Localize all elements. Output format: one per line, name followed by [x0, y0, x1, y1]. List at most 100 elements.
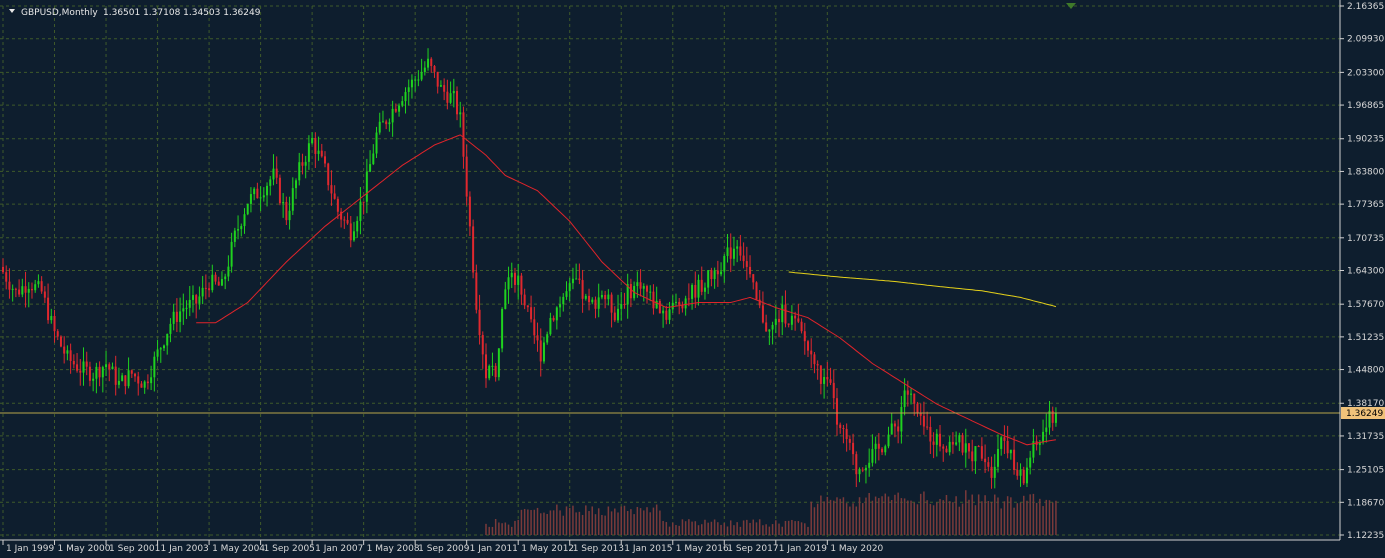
- candle-body: [427, 58, 430, 68]
- candle-body: [452, 91, 455, 94]
- price-tick-label: 1.70735: [1347, 234, 1384, 244]
- candle-body: [697, 279, 700, 298]
- candle-body: [703, 287, 706, 292]
- candle-body: [707, 270, 710, 288]
- candle-body: [1019, 469, 1022, 476]
- candle-body: [214, 274, 217, 282]
- price-tick-label: 1.51235: [1347, 333, 1384, 343]
- candle-body: [607, 294, 610, 300]
- candle-body: [977, 446, 980, 448]
- time-tick-label: 1 May 2004: [212, 544, 265, 554]
- candle-body: [256, 188, 259, 199]
- candle-body: [868, 462, 871, 468]
- candle-body: [858, 469, 861, 475]
- candle-body: [549, 317, 552, 335]
- candle-body: [1025, 467, 1028, 484]
- candle-body: [95, 366, 98, 379]
- candle-body: [163, 345, 165, 349]
- candle-body: [922, 415, 925, 427]
- candle-body: [562, 296, 565, 305]
- candle-body: [478, 309, 481, 336]
- price-tick-label: 1.31735: [1347, 432, 1384, 442]
- candle-body: [146, 381, 149, 384]
- candle-body: [378, 121, 381, 133]
- price-chart[interactable]: 2.16365 2.09930 2.03300 1.96865 1.90235 1.838…: [0, 0, 1385, 558]
- candle-body: [819, 365, 822, 384]
- candle-body: [8, 281, 11, 290]
- candle-body: [262, 195, 265, 198]
- candle-body: [365, 171, 368, 202]
- time-tick-label: 1 May 2000: [58, 544, 111, 554]
- candle-body: [900, 407, 903, 432]
- candle-body: [919, 413, 922, 416]
- candle-body: [639, 282, 642, 289]
- candle-body: [43, 291, 46, 298]
- candle-body: [700, 279, 703, 292]
- candle-body: [111, 366, 114, 370]
- time-tick-label: 1 May 2008: [367, 544, 420, 554]
- candle-body: [285, 201, 288, 221]
- candle-body: [2, 266, 4, 273]
- candle-body: [204, 287, 207, 289]
- candle-body: [513, 272, 516, 285]
- candle-body: [987, 462, 990, 467]
- candle-body: [774, 318, 777, 325]
- candle-body: [610, 294, 613, 313]
- candle-body: [407, 87, 410, 92]
- candle-body: [217, 281, 220, 286]
- candle-body: [649, 291, 652, 293]
- candle-body: [166, 333, 169, 346]
- candle-body: [237, 229, 240, 231]
- time-tick-label: 1 Sep 2017: [727, 544, 778, 554]
- candle-body: [333, 193, 336, 199]
- candle-body: [85, 361, 88, 367]
- candle-body: [523, 294, 526, 306]
- candle-body: [662, 310, 665, 314]
- candle-body: [929, 427, 932, 442]
- candle-body: [691, 284, 694, 299]
- candle-body: [233, 230, 236, 242]
- candle-body: [636, 282, 639, 287]
- candle-body: [288, 210, 291, 221]
- candle-body: [871, 449, 874, 463]
- candle-body: [456, 91, 459, 115]
- candle-body: [720, 271, 723, 275]
- candle-body: [282, 201, 285, 204]
- candle-body: [839, 424, 842, 428]
- candle-body: [913, 393, 916, 404]
- candle-body: [488, 365, 491, 379]
- candle-body: [787, 323, 790, 325]
- candle-body: [259, 197, 262, 199]
- candle-body: [910, 393, 913, 395]
- candle-body: [34, 284, 37, 291]
- candle-body: [414, 79, 417, 81]
- candle-body: [620, 304, 623, 309]
- candle-body: [520, 275, 523, 295]
- candle-body: [117, 380, 120, 385]
- candle-body: [935, 433, 938, 445]
- candle-body: [842, 427, 845, 430]
- candle-body: [807, 341, 809, 351]
- candle-body: [443, 85, 446, 92]
- candle-body: [420, 72, 423, 80]
- candle-body: [272, 168, 275, 180]
- candle-body: [768, 329, 771, 332]
- candle-body: [201, 287, 204, 297]
- candle-body: [984, 458, 987, 463]
- candle-body: [208, 288, 211, 291]
- candle-body: [172, 311, 175, 324]
- time-tick-label: 1 May 2016: [676, 544, 729, 554]
- candle-body: [266, 185, 269, 196]
- candle-body: [459, 112, 462, 115]
- candle-body: [974, 446, 977, 462]
- candle-body: [932, 441, 935, 445]
- candle-body: [449, 93, 452, 103]
- candle-body: [47, 297, 50, 321]
- price-tick-label: 2.03300: [1347, 68, 1384, 78]
- candle-body: [1042, 431, 1045, 443]
- candle-body: [845, 429, 848, 439]
- candle-body: [485, 354, 487, 379]
- candle-body: [604, 294, 607, 300]
- candle-body: [955, 442, 958, 445]
- candle-body: [942, 446, 945, 449]
